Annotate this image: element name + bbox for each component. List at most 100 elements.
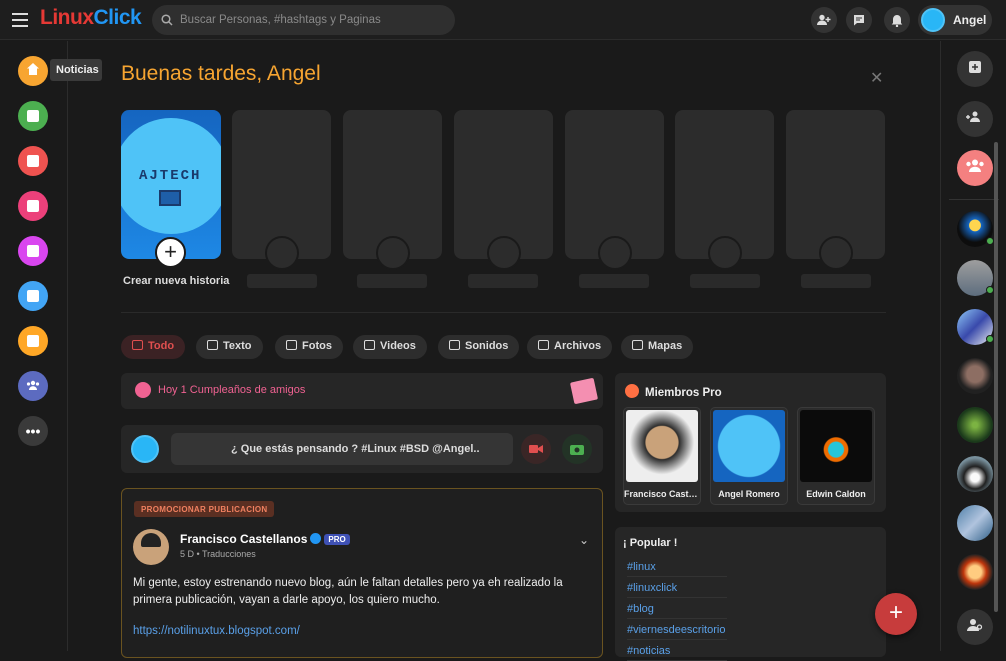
search-icon xyxy=(161,14,173,26)
create-post-fab[interactable]: + xyxy=(875,593,917,635)
contact-avatar[interactable] xyxy=(957,260,994,296)
pro-members-header: Miembros Pro xyxy=(625,384,722,399)
filter-label: Texto xyxy=(223,340,252,352)
story-name-placeholder xyxy=(801,274,871,288)
photo-add-button[interactable] xyxy=(957,51,993,87)
sidebar-item-pages[interactable] xyxy=(18,326,48,356)
albums-icon xyxy=(27,110,39,122)
user-menu[interactable]: Angel xyxy=(918,5,992,35)
online-indicator xyxy=(986,286,994,294)
bookmark-icon xyxy=(27,155,39,167)
hashtag-link[interactable]: #viernesdeescritorio xyxy=(627,624,727,640)
story-name-placeholder xyxy=(247,274,317,288)
music-icon xyxy=(449,340,460,350)
menu-icon[interactable] xyxy=(12,13,28,27)
group-add-icon xyxy=(966,110,984,128)
sidebar-item-news[interactable] xyxy=(18,56,48,86)
hashtag-link[interactable]: #noticias xyxy=(627,645,727,661)
contact-avatar[interactable] xyxy=(957,456,993,492)
sidebar-item-blogs[interactable] xyxy=(18,281,48,311)
user-avatar xyxy=(131,435,159,463)
notifications-button[interactable] xyxy=(884,7,910,33)
groups-shortcut[interactable] xyxy=(957,150,993,186)
map-icon xyxy=(632,340,643,350)
add-friend-button[interactable] xyxy=(811,7,837,33)
story-name-placeholder xyxy=(690,274,760,288)
post-link[interactable]: https://notilinuxtux.blogspot.com/ xyxy=(133,625,300,637)
scrollbar[interactable] xyxy=(994,142,998,612)
author-name[interactable]: Francisco Castellanos xyxy=(180,532,307,546)
group-add-button[interactable] xyxy=(957,101,993,137)
crown-icon xyxy=(625,384,639,398)
sidebar-item-albums[interactable] xyxy=(18,101,48,131)
left-sidebar: ••• Noticias xyxy=(0,41,102,651)
contact-avatar[interactable] xyxy=(957,554,993,590)
story-placeholder xyxy=(454,110,553,270)
add-user-icon xyxy=(817,14,831,25)
photo-upload-button[interactable] xyxy=(562,434,592,464)
divider xyxy=(121,312,886,313)
story-placeholder xyxy=(786,110,885,270)
find-people-button[interactable] xyxy=(957,609,993,645)
member-name: Angel Romero xyxy=(718,489,780,499)
filter-maps[interactable]: Mapas xyxy=(621,335,694,359)
hashtag-link[interactable]: #linuxclick xyxy=(627,582,727,598)
logo[interactable]: LinuxClick xyxy=(40,6,142,30)
post-category[interactable]: Traducciones xyxy=(202,549,256,559)
online-indicator xyxy=(986,237,994,245)
filter-files[interactable]: Archivos xyxy=(527,335,613,359)
sidebar-item-events[interactable] xyxy=(18,191,48,221)
hashtag-link[interactable]: #linux xyxy=(627,561,727,577)
birthday-banner[interactable]: Hoy 1 Cumpleaños de amigos xyxy=(121,373,603,409)
user-avatar xyxy=(921,8,945,32)
hashtag-link[interactable]: #blog xyxy=(627,603,727,619)
filter-photos[interactable]: Fotos xyxy=(275,335,343,359)
sidebar-item-groups[interactable] xyxy=(18,371,48,401)
contact-avatar[interactable] xyxy=(957,505,993,541)
story-name-placeholder xyxy=(579,274,649,288)
promote-post-button[interactable]: PROMOCIONAR PUBLICACION xyxy=(134,501,275,517)
all-icon xyxy=(132,340,143,350)
video-icon xyxy=(364,340,375,350)
chat-icon xyxy=(854,15,864,26)
story-placeholder xyxy=(565,110,664,270)
filter-sounds[interactable]: Sonidos xyxy=(438,335,520,359)
video-icon xyxy=(529,445,543,453)
contact-avatar[interactable] xyxy=(957,358,993,394)
sidebar-item-saved[interactable] xyxy=(18,146,48,176)
filter-all[interactable]: Todo xyxy=(121,335,186,359)
filter-text[interactable]: Texto xyxy=(196,335,263,359)
contact-avatar[interactable] xyxy=(957,309,994,345)
pro-member[interactable]: Francisco Castellanos xyxy=(623,407,701,505)
member-photo xyxy=(800,410,872,482)
sidebar-tooltip: Noticias xyxy=(50,59,102,81)
close-icon[interactable]: ✕ xyxy=(870,68,883,88)
sidebar-item-more[interactable]: ••• xyxy=(18,416,48,446)
search-user-icon xyxy=(967,618,983,637)
story-placeholder xyxy=(232,110,331,270)
contact-avatar[interactable] xyxy=(957,407,993,443)
greeting: Buenas tardes, Angel xyxy=(121,62,321,85)
post-text: Mi gente, estoy estrenando nuevo blog, a… xyxy=(133,577,563,606)
filter-label: Sonidos xyxy=(465,340,509,352)
pro-member[interactable]: Angel Romero xyxy=(710,407,788,505)
post-time[interactable]: 5 D xyxy=(180,549,194,559)
search-input[interactable]: Buscar Personas, #hashtags y Paginas xyxy=(152,5,455,35)
filter-videos[interactable]: Videos xyxy=(353,335,427,359)
author-avatar[interactable] xyxy=(133,529,169,565)
contact-avatar[interactable] xyxy=(957,211,994,247)
composer-input[interactable]: ¿ Que estás pensando ? #Linux #BSD @Ange… xyxy=(171,433,513,465)
messages-button[interactable] xyxy=(846,7,872,33)
live-video-button[interactable] xyxy=(521,434,551,464)
bell-icon xyxy=(891,14,903,27)
pro-members-widget: Miembros Pro Francisco Castellanos Angel… xyxy=(615,373,886,512)
post-card: PROMOCIONAR PUBLICACION Francisco Castel… xyxy=(121,488,603,658)
logo-part-2: Click xyxy=(93,6,142,29)
sidebar-item-ads[interactable] xyxy=(18,236,48,266)
pro-member[interactable]: Edwin Caldon xyxy=(797,407,875,505)
text-icon xyxy=(207,340,218,350)
add-story-icon[interactable]: + xyxy=(155,237,186,268)
filter-label: Archivos xyxy=(554,340,602,352)
filter-label: Todo xyxy=(148,340,175,352)
chevron-down-icon[interactable]: ⌄ xyxy=(579,533,589,547)
